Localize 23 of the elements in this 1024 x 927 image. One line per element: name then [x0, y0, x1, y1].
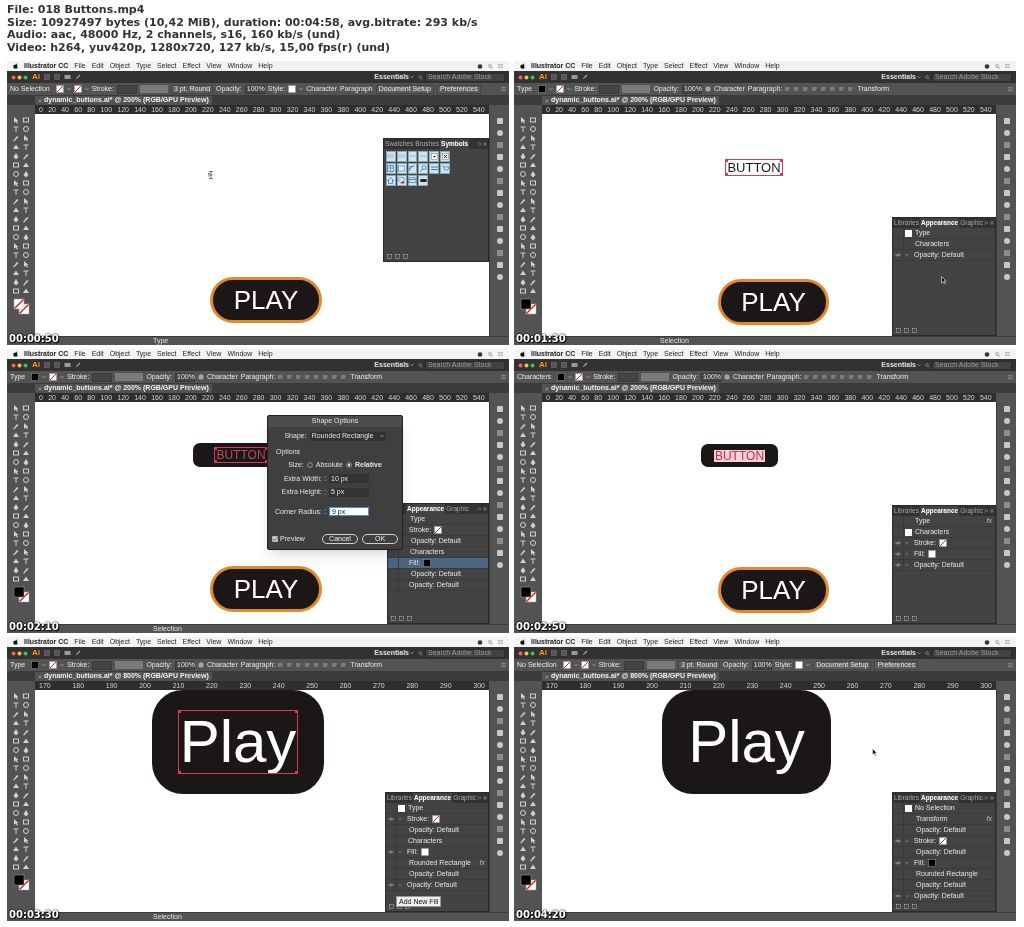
- timestamp: 00:01:30: [516, 333, 566, 345]
- info-line: File: 018 Buttons.mp4: [7, 4, 146, 17]
- artwork-text: BUTTON: [713, 449, 766, 462]
- timestamp: 00:02:10: [9, 621, 59, 633]
- artwork-text: Play: [179, 712, 297, 772]
- timestamp: 00:04:20: [516, 909, 566, 921]
- info-line: Video: h264, yuv420p, 1280x720, 127 kb/s, 15,00 fps(r) (und): [7, 41, 391, 54]
- timestamp: 00:03:30: [9, 909, 59, 921]
- artwork-text: PLAY: [233, 287, 299, 313]
- artwork-text: PLAY: [741, 577, 806, 603]
- artwork-text: PLAY: [741, 289, 806, 315]
- info-line: Size: 10927497 bytes (10,42 MiB), duration: 00:04:58, avg.bitrate: 293 kb/s: [7, 16, 479, 29]
- app-logo: Ai: [32, 361, 40, 369]
- app-logo: Ai: [539, 649, 547, 657]
- app-logo: Ai: [539, 361, 547, 369]
- timestamp: 00:02:50: [516, 621, 566, 633]
- info-line: Audio: aac, 48000 Hz, 2 channels, s16, 160 kb/s (und): [7, 29, 342, 42]
- artwork-text: Play: [688, 712, 805, 772]
- artwork-text: BUTTON: [727, 160, 781, 174]
- app-logo: Ai: [32, 649, 40, 657]
- app-logo: Ai: [32, 73, 40, 81]
- artwork-text: PLAY: [233, 576, 299, 602]
- app-logo: Ai: [539, 73, 547, 81]
